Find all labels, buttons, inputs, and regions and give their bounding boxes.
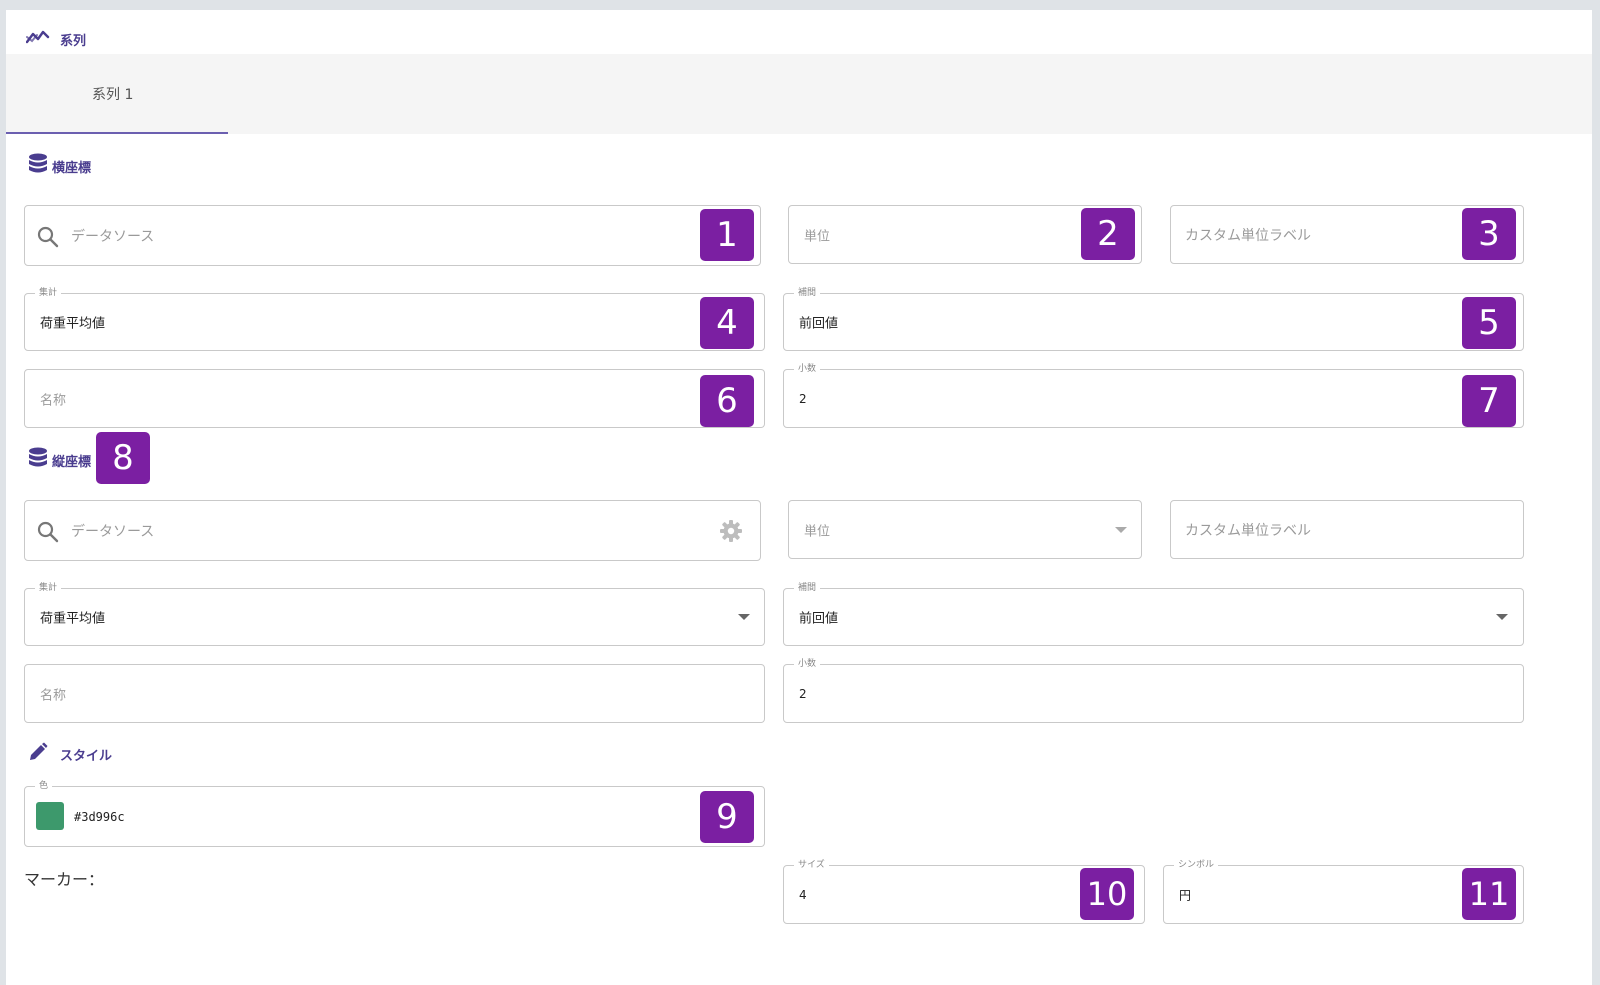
y-axis-title: 縦座標 (52, 454, 92, 470)
chevron-down-icon (738, 614, 750, 620)
annotation-badge-8: 8 (96, 432, 150, 484)
x-name-input[interactable]: 名称 6 (24, 369, 765, 428)
x-aggregate-select[interactable]: 集計 荷重平均値 4 (24, 287, 765, 351)
annotation-badge-2: 2 (1081, 208, 1135, 260)
chevron-down-icon (1496, 614, 1508, 620)
marker-symbol-label: シンボル (1174, 859, 1219, 871)
y-name-placeholder: 名称 (40, 688, 67, 703)
x-unit-placeholder: 単位 (804, 229, 831, 244)
x-datasource-input[interactable]: データソース 1 (24, 205, 761, 266)
y-interpolation-value: 前回値 (799, 611, 839, 627)
marker-size-value: 4 (799, 887, 807, 902)
marker-label: マーカー： (24, 870, 105, 889)
y-datasource-input[interactable]: データソース (24, 500, 761, 561)
annotation-badge-9: 9 (700, 791, 754, 843)
gear-icon[interactable] (719, 519, 743, 547)
database-icon (28, 153, 48, 179)
marker-size-input[interactable]: サイズ 4 10 (783, 859, 1145, 924)
x-interpolation-value: 前回値 (799, 316, 839, 332)
annotation-badge-1: 1 (700, 209, 754, 261)
marker-symbol-value: 円 (1179, 888, 1192, 902)
panel-header: 系列 (25, 28, 87, 50)
y-axis-section-title: 縦座標 (28, 447, 91, 473)
database-icon (28, 447, 48, 473)
annotation-badge-3: 3 (1462, 208, 1516, 260)
x-aggregate-label: 集計 (35, 287, 62, 299)
x-custom-unit-placeholder: カスタム単位ラベル (1185, 227, 1311, 244)
annotation-badge-4: 4 (700, 297, 754, 349)
tab-bar: 系列 1 (6, 54, 1592, 134)
x-decimals-label: 小数 (794, 363, 821, 375)
x-custom-unit-input[interactable]: カスタム単位ラベル 3 (1170, 205, 1524, 264)
annotation-badge-10: 10 (1080, 868, 1134, 920)
x-interpolation-label: 補間 (794, 287, 821, 299)
color-input[interactable]: 色 #3d996c 9 (24, 780, 765, 847)
x-decimals-input[interactable]: 小数 2 7 (783, 363, 1524, 428)
tab-series-1[interactable]: 系列 1 (6, 54, 228, 134)
y-custom-unit-placeholder: カスタム単位ラベル (1185, 522, 1311, 539)
x-unit-select[interactable]: 単位 2 (788, 205, 1142, 264)
x-axis-section-title: 横座標 (28, 153, 91, 179)
x-axis-title: 横座標 (52, 160, 92, 176)
y-aggregate-label: 集計 (35, 582, 62, 594)
x-datasource-placeholder: データソース (71, 228, 155, 245)
panel-title: 系列 (60, 33, 87, 49)
y-decimals-input[interactable]: 小数 2 (783, 658, 1524, 723)
x-decimals-value: 2 (799, 391, 807, 406)
x-name-placeholder: 名称 (40, 393, 67, 408)
series-panel: 系列 系列 1 横座標 データソース 1 単位 2 カスタム単位ラベル 3 集計… (6, 10, 1592, 985)
y-unit-placeholder: 単位 (804, 524, 831, 539)
color-swatch[interactable] (36, 802, 64, 830)
marker-symbol-select[interactable]: シンボル 円 11 (1163, 859, 1524, 924)
y-aggregate-select[interactable]: 集計 荷重平均値 (24, 582, 765, 646)
y-decimals-value: 2 (799, 686, 807, 701)
chevron-down-icon (1115, 527, 1127, 533)
marker-size-label: サイズ (794, 859, 829, 871)
y-interpolation-label: 補間 (794, 582, 821, 594)
y-custom-unit-input[interactable]: カスタム単位ラベル (1170, 500, 1524, 559)
chart-line-icon (25, 28, 50, 50)
x-interpolation-select[interactable]: 補間 前回値 5 (783, 287, 1524, 351)
y-name-input[interactable]: 名称 (24, 664, 765, 723)
y-aggregate-value: 荷重平均値 (40, 611, 106, 627)
search-icon (37, 521, 59, 547)
style-title: スタイル (60, 748, 113, 764)
color-label: 色 (35, 780, 53, 792)
x-aggregate-value: 荷重平均値 (40, 316, 106, 332)
color-value: #3d996c (74, 809, 125, 824)
search-icon (37, 226, 59, 252)
y-datasource-placeholder: データソース (71, 523, 155, 540)
y-interpolation-select[interactable]: 補間 前回値 (783, 582, 1524, 646)
y-decimals-label: 小数 (794, 658, 821, 670)
pencil-icon (28, 742, 48, 766)
style-section-title: スタイル (28, 742, 112, 766)
annotation-badge-6: 6 (700, 375, 754, 427)
y-unit-select[interactable]: 単位 (788, 500, 1142, 559)
tab-label: 系列 1 (92, 87, 134, 103)
annotation-badge-11: 11 (1462, 868, 1516, 920)
annotation-badge-5: 5 (1462, 297, 1516, 349)
annotation-badge-7: 7 (1462, 375, 1516, 427)
